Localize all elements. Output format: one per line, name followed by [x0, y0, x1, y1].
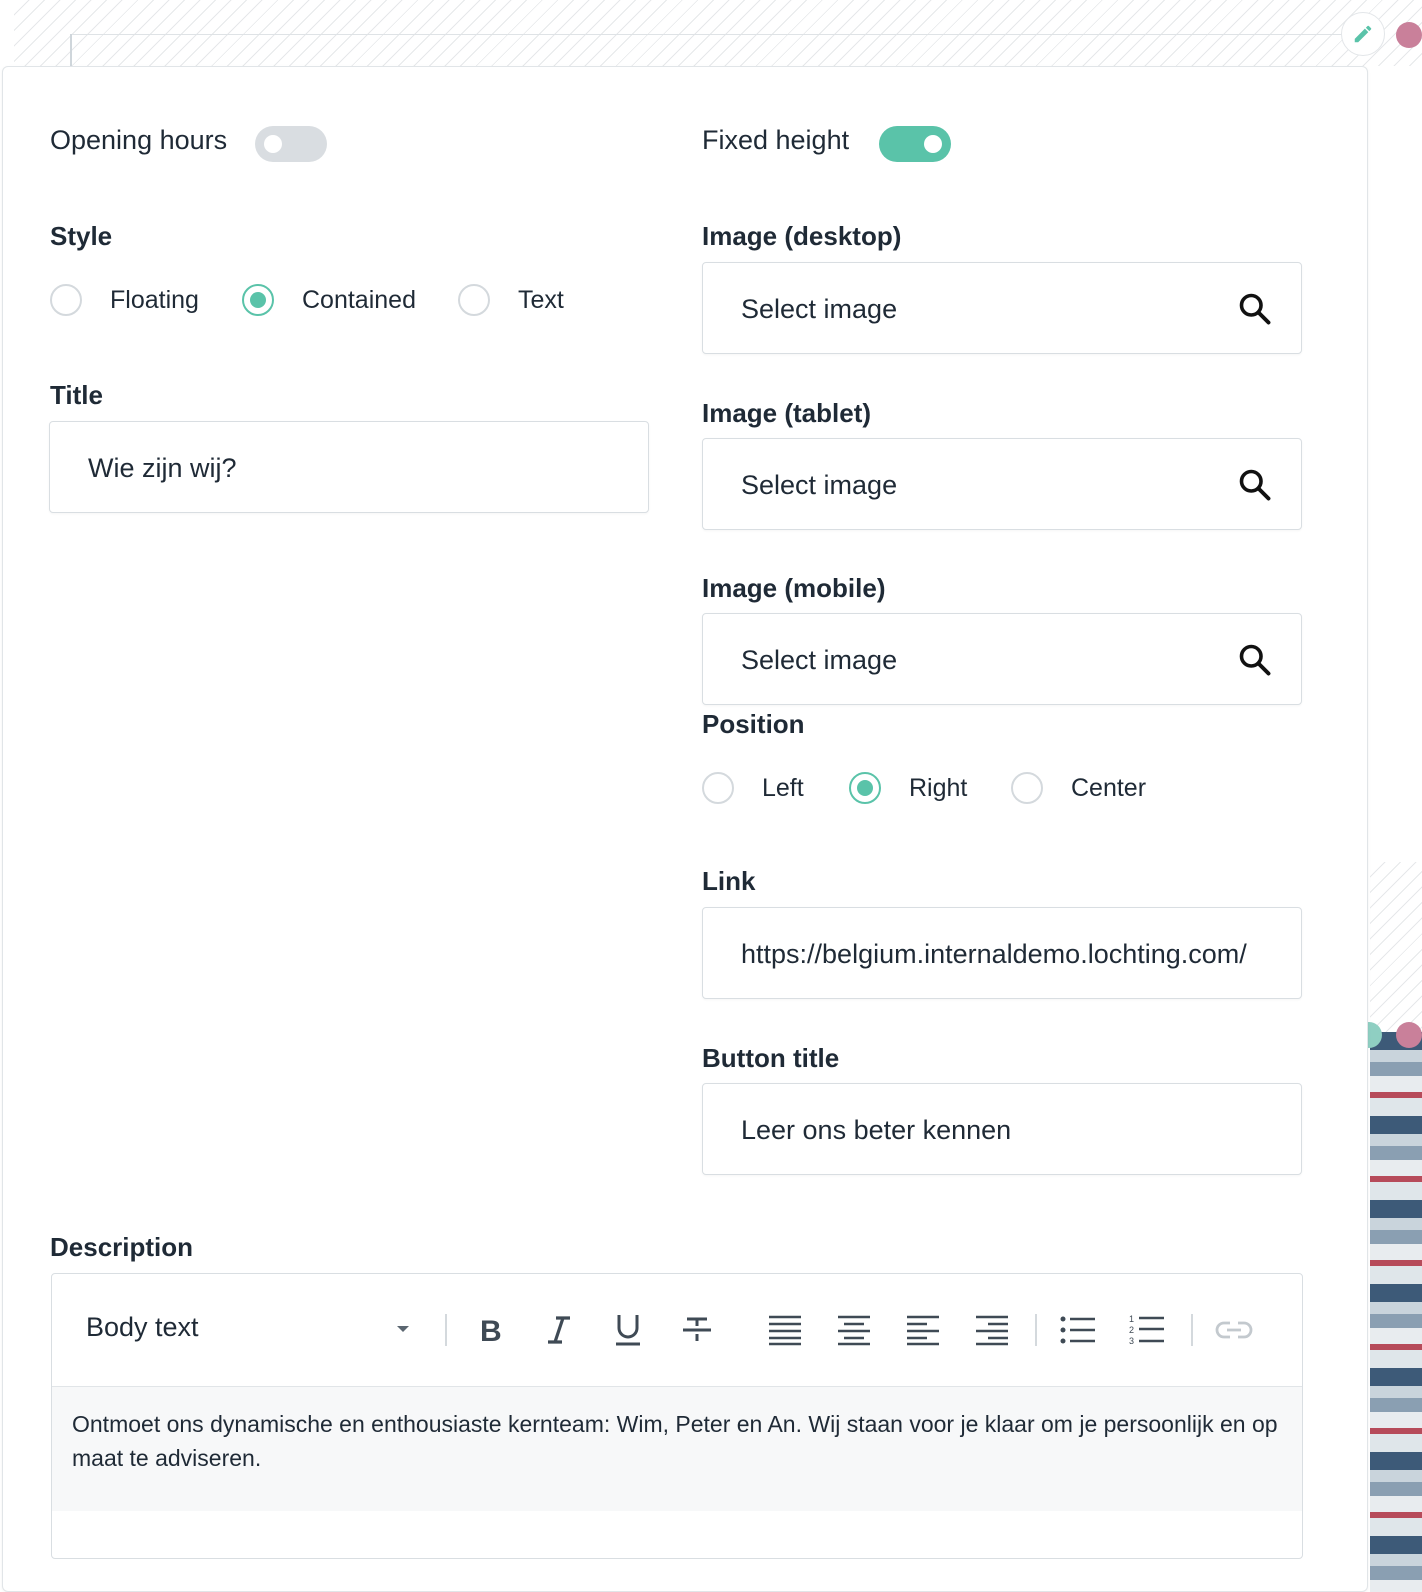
- image-tablet-select[interactable]: Select image: [702, 438, 1302, 530]
- button-title-input[interactable]: Leer ons beter kennen: [702, 1083, 1302, 1175]
- opening-hours-toggle[interactable]: [255, 126, 327, 162]
- style-option-text-label[interactable]: Text: [518, 286, 564, 315]
- link-input-value[interactable]: https://belgium.internaldemo.lochting.co…: [741, 908, 1263, 1000]
- bold-icon: B: [480, 1315, 502, 1345]
- underline-button[interactable]: [608, 1310, 648, 1350]
- title-input[interactable]: Wie zijn wij?: [49, 421, 649, 513]
- image-mobile-placeholder: Select image: [741, 645, 898, 675]
- svg-text:B: B: [480, 1315, 502, 1345]
- position-option-left-label[interactable]: Left: [762, 774, 804, 803]
- section-marker-dot[interactable]: [1396, 1022, 1422, 1048]
- style-option-contained-label[interactable]: Contained: [302, 286, 416, 315]
- section-marker-dot[interactable]: [1396, 22, 1422, 48]
- align-justify-button[interactable]: [765, 1310, 805, 1350]
- align-center-icon: [838, 1315, 870, 1346]
- align-left-icon: [907, 1315, 939, 1346]
- position-radio-center[interactable]: [1011, 772, 1043, 804]
- search-icon[interactable]: [1237, 291, 1273, 327]
- fixed-height-label: Fixed height: [702, 125, 850, 155]
- numbered-list-button[interactable]: 1 2 3: [1127, 1310, 1167, 1350]
- style-label: Style: [50, 221, 113, 251]
- underline-icon: [616, 1315, 640, 1346]
- search-icon[interactable]: [1237, 467, 1273, 503]
- image-tablet-label: Image (tablet): [702, 398, 872, 428]
- link-input[interactable]: https://belgium.internaldemo.lochting.co…: [702, 907, 1302, 999]
- opening-hours-label: Opening hours: [50, 125, 228, 155]
- image-desktop-label: Image (desktop): [702, 221, 902, 251]
- link-button[interactable]: [1214, 1310, 1254, 1350]
- italic-button[interactable]: [539, 1310, 579, 1350]
- position-label: Position: [702, 709, 805, 739]
- fixed-height-toggle[interactable]: [879, 126, 951, 162]
- button-title-label: Button title: [702, 1043, 840, 1073]
- search-icon[interactable]: [1237, 642, 1273, 678]
- position-option-right-label[interactable]: Right: [909, 774, 967, 803]
- background-photo: [1370, 1032, 1422, 1592]
- numbered-list-icon: 1 2 3: [1129, 1314, 1164, 1346]
- toolbar-separator: [1035, 1314, 1037, 1346]
- editor-content[interactable]: Ontmoet ons dynamische en enthousiaste k…: [52, 1387, 1302, 1511]
- block-settings-panel: Opening hours Fixed height Style Floatin…: [2, 66, 1368, 1592]
- image-mobile-label: Image (mobile): [702, 573, 886, 603]
- bold-button[interactable]: B: [471, 1310, 511, 1350]
- background-section-hatch-right: [1370, 862, 1422, 1032]
- format-select[interactable]: Body text: [86, 1312, 199, 1343]
- align-left-button[interactable]: [903, 1310, 943, 1350]
- background-divider: [70, 34, 1362, 35]
- chevron-down-icon[interactable]: [396, 1324, 410, 1334]
- description-editor: Body text B 1 2 3 Ontmoet ons dynamische…: [51, 1273, 1303, 1559]
- toolbar-separator: [1191, 1314, 1193, 1346]
- image-tablet-placeholder: Select image: [741, 470, 898, 500]
- align-right-button[interactable]: [972, 1310, 1012, 1350]
- edit-button[interactable]: [1341, 12, 1385, 56]
- pencil-icon: [1354, 25, 1372, 43]
- image-desktop-select[interactable]: Select image: [702, 262, 1302, 354]
- link-icon: [1215, 1321, 1253, 1339]
- image-desktop-placeholder: Select image: [741, 294, 898, 324]
- bullet-list-button[interactable]: [1058, 1310, 1098, 1350]
- background-section-hatch: [14, 0, 1422, 66]
- button-title-input-value[interactable]: Leer ons beter kennen: [741, 1084, 1263, 1176]
- svg-text:1: 1: [1129, 1314, 1134, 1324]
- position-radio-left[interactable]: [702, 772, 734, 804]
- editor-toolbar: Body text B 1 2 3: [52, 1274, 1302, 1387]
- align-right-icon: [976, 1315, 1008, 1346]
- strikethrough-icon: [683, 1317, 711, 1341]
- title-input-value[interactable]: Wie zijn wij?: [88, 422, 610, 514]
- toolbar-separator: [445, 1314, 447, 1346]
- link-label: Link: [702, 866, 756, 896]
- image-mobile-select[interactable]: Select image: [702, 613, 1302, 705]
- title-label: Title: [50, 380, 103, 410]
- align-center-button[interactable]: [834, 1310, 874, 1350]
- italic-icon: [548, 1316, 570, 1344]
- position-radio-right[interactable]: [849, 772, 881, 804]
- strikethrough-button[interactable]: [677, 1310, 717, 1350]
- svg-text:3: 3: [1129, 1336, 1134, 1346]
- style-radio-contained[interactable]: [242, 284, 274, 316]
- position-option-center-label[interactable]: Center: [1071, 774, 1146, 803]
- bullet-list-icon: [1060, 1316, 1095, 1344]
- style-radio-text[interactable]: [458, 284, 490, 316]
- background-divider-vertical: [70, 34, 72, 66]
- style-radio-floating[interactable]: [50, 284, 82, 316]
- align-justify-icon: [769, 1315, 801, 1346]
- description-label: Description: [50, 1232, 194, 1262]
- style-option-floating-label[interactable]: Floating: [110, 286, 199, 315]
- svg-text:2: 2: [1129, 1325, 1134, 1335]
